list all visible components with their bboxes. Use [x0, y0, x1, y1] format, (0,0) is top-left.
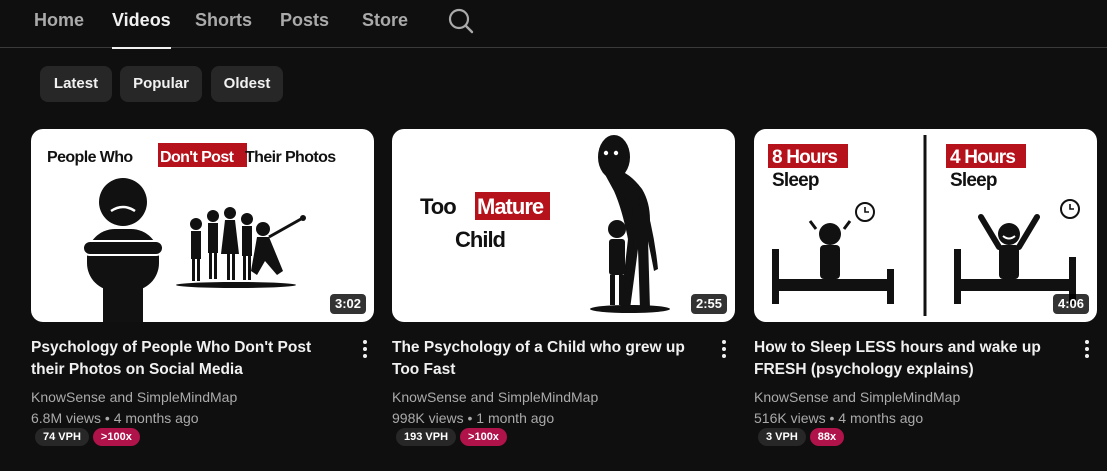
video-badges: 74 VPH >100x	[35, 428, 144, 446]
channel-tabs: Home Videos Shorts Posts Store	[0, 0, 1107, 49]
channel-name[interactable]: KnowSense and SimpleMindMap	[31, 388, 237, 406]
thumbnail-art: People Who Don't Post Their Photos	[47, 143, 337, 322]
outlier-badge: >100x	[92, 428, 140, 446]
video-meta: 998K views • 1 month ago	[392, 410, 555, 426]
search-icon[interactable]	[446, 6, 476, 36]
vph-badge: 74 VPH	[35, 428, 89, 446]
thumb-text-b: Sleep	[772, 170, 819, 191]
video-meta: 516K views • 4 months ago	[754, 410, 924, 426]
thumb-text-b: Don't Post	[160, 149, 235, 166]
thumb-text-c: Child	[455, 227, 505, 252]
more-vert-icon[interactable]	[353, 337, 377, 361]
thumb-text-b: Mature	[477, 194, 544, 219]
video-thumbnail[interactable]: People Who Don't Post Their Photos 3:02	[31, 129, 374, 322]
video-duration: 4:06	[1052, 294, 1089, 314]
video-badges: 3 VPH 88x	[758, 428, 848, 446]
thumb-text-c: Their Photos	[245, 149, 336, 166]
thumbnail-art: Too Mature Child	[420, 135, 670, 313]
thumb-text-a: People Who	[47, 149, 133, 166]
tab-shorts[interactable]: Shorts	[195, 0, 252, 48]
tab-store[interactable]: Store	[362, 0, 408, 48]
video-thumbnail[interactable]: Too Mature Child 2:55	[392, 129, 735, 322]
thumb-text-c: 4 Hours	[950, 147, 1015, 168]
chip-oldest[interactable]: Oldest	[211, 66, 283, 102]
video-title[interactable]: Psychology of People Who Don't Post thei…	[31, 337, 336, 381]
channel-name[interactable]: KnowSense and SimpleMindMap	[392, 388, 598, 406]
chip-latest[interactable]: Latest	[40, 66, 112, 102]
video-badges: 193 VPH >100x	[396, 428, 511, 446]
video-title[interactable]: The Psychology of a Child who grew up To…	[392, 337, 697, 381]
channel-name[interactable]: KnowSense and SimpleMindMap	[754, 388, 960, 406]
vph-badge: 193 VPH	[396, 428, 457, 446]
thumb-text-a: 8 Hours	[772, 147, 837, 168]
tab-videos[interactable]: Videos	[112, 0, 171, 49]
video-title[interactable]: How to Sleep LESS hours and wake up FRES…	[754, 337, 1059, 381]
thumbnail-art: 8 Hours Sleep 4 Hours Sleep	[768, 135, 1080, 316]
more-vert-icon[interactable]	[1075, 337, 1099, 361]
thumb-text-a: Too	[420, 194, 456, 219]
video-meta: 6.8M views • 4 months ago	[31, 410, 199, 426]
tab-home[interactable]: Home	[34, 0, 84, 48]
video-duration: 3:02	[329, 294, 366, 314]
tab-posts[interactable]: Posts	[280, 0, 329, 48]
video-duration: 2:55	[690, 294, 727, 314]
thumb-text-d: Sleep	[950, 170, 997, 191]
chip-popular[interactable]: Popular	[120, 66, 202, 102]
more-vert-icon[interactable]	[712, 337, 736, 361]
vph-badge: 3 VPH	[758, 428, 806, 446]
outlier-badge: 88x	[809, 428, 845, 446]
video-thumbnail[interactable]: 8 Hours Sleep 4 Hours Sleep 4:06	[754, 129, 1097, 322]
outlier-badge: >100x	[460, 428, 507, 446]
